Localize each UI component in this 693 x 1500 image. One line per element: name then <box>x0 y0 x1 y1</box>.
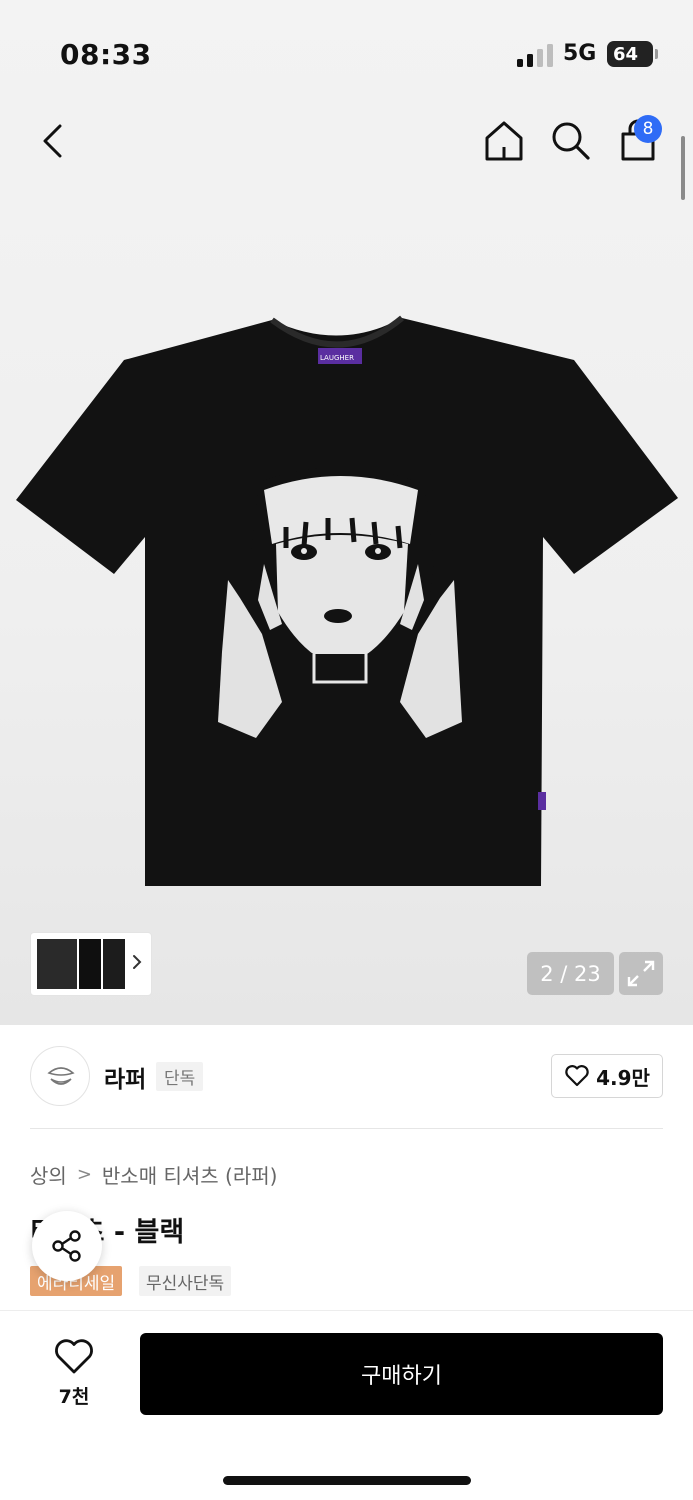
search-button[interactable] <box>549 119 591 163</box>
breadcrumb-category[interactable]: 상의 <box>30 1160 67 1189</box>
home-indicator <box>223 1476 471 1485</box>
brand-exclusive-tag: 단독 <box>156 1062 204 1091</box>
breadcrumb-separator-icon: > <box>76 1164 92 1185</box>
status-bar: 08:33 5G 64 <box>0 0 693 100</box>
chevron-left-icon <box>43 124 62 158</box>
exclusive-tag: 무신사단독 <box>139 1266 232 1296</box>
heart-outline-icon <box>565 1065 589 1087</box>
signal-icon <box>517 43 553 67</box>
home-button[interactable] <box>483 119 525 163</box>
battery-cap <box>655 49 658 59</box>
wishlist-count: 7천 <box>58 1386 90 1408</box>
product-image[interactable]: LAUGHER <box>14 312 680 892</box>
image-counter: 2 / 23 <box>527 952 614 995</box>
brand-logo-icon <box>47 1067 75 1085</box>
cart-count-badge: 8 <box>634 115 662 143</box>
battery-icon: 64 <box>607 41 653 67</box>
breadcrumb: 상의 > 반소매 티셔츠 (라퍼) <box>30 1160 277 1189</box>
expand-button[interactable] <box>619 952 663 995</box>
status-time: 08:33 <box>60 38 152 71</box>
buy-button[interactable]: 구매하기 <box>140 1333 663 1415</box>
tshirt-tag-label: LAUGHER <box>320 354 354 362</box>
thumbnail-1[interactable] <box>37 939 77 989</box>
brand-like-count: 4.9만 <box>596 1065 650 1090</box>
search-icon <box>552 122 590 160</box>
network-label: 5G <box>563 41 597 66</box>
divider <box>30 1128 663 1129</box>
breadcrumb-subcategory[interactable]: 반소매 티셔츠 (라퍼) <box>102 1160 278 1189</box>
expand-icon <box>627 960 655 987</box>
thumbnail-2[interactable] <box>79 939 101 989</box>
battery-level: 64 <box>613 43 639 65</box>
scroll-indicator <box>681 136 685 200</box>
thumbnail-3[interactable] <box>103 939 125 989</box>
heart-outline-icon <box>55 1339 93 1374</box>
brand-name[interactable]: 라퍼 <box>104 1060 146 1094</box>
home-icon <box>485 121 523 161</box>
brand-like-button[interactable]: 4.9만 <box>551 1054 663 1098</box>
brand-logo[interactable] <box>30 1046 90 1106</box>
back-button[interactable] <box>34 118 74 164</box>
share-button[interactable] <box>32 1211 102 1281</box>
share-icon <box>52 1230 81 1262</box>
product-gallery[interactable]: 08:33 5G 64 8 LAUGHER 2 / 23 <box>0 0 693 1025</box>
chevron-right-icon <box>133 955 142 969</box>
